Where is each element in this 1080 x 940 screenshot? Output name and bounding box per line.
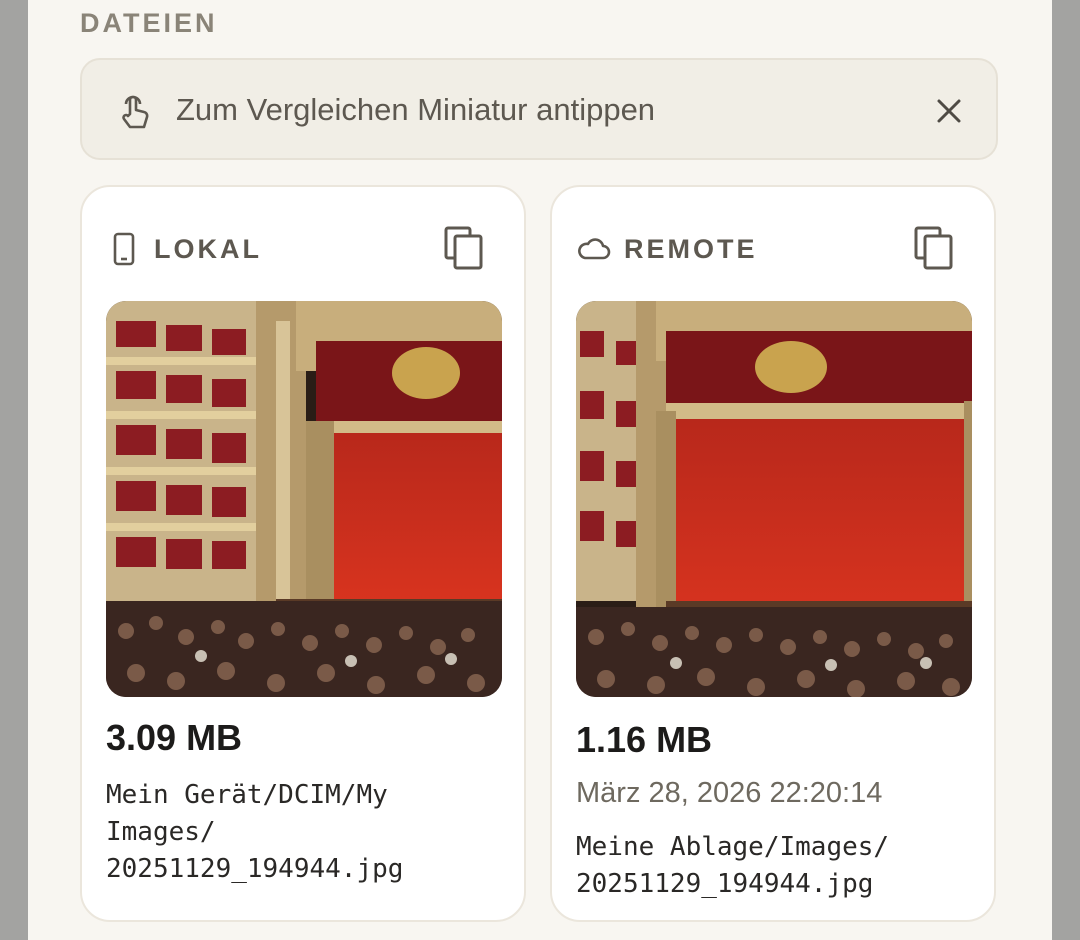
local-file-path: Mein Gerät/DCIM/My Images/ 20251129_1949…	[106, 780, 404, 884]
theater-photo-remote	[576, 301, 972, 697]
touch-icon	[122, 95, 149, 129]
files-sheet: DATEIEN Zum Vergleichen Miniatur antippe…	[28, 0, 1052, 940]
close-icon[interactable]	[934, 96, 964, 126]
remote-label: REMOTE	[624, 234, 758, 264]
remote-file-size: 1.16 MB	[576, 719, 713, 760]
copy-icon[interactable]	[442, 225, 486, 271]
local-thumbnail[interactable]	[106, 301, 502, 697]
cloud-icon	[578, 238, 611, 260]
remote-file-card: REMOTE 1.16 MB März 28, 2026 22:20:14 Me…	[550, 185, 996, 922]
compare-hint-banner: Zum Vergleichen Miniatur antippen	[80, 58, 998, 160]
phone-icon	[113, 232, 135, 266]
local-file-size: 3.09 MB	[106, 717, 243, 758]
remote-thumbnail[interactable]	[576, 301, 972, 697]
remote-file-date: März 28, 2026 22:20:14	[576, 777, 883, 809]
local-label: LOKAL	[154, 234, 262, 264]
remote-file-path: Meine Ablage/Images/ 20251129_194944.jpg	[576, 832, 890, 899]
theater-photo-local	[106, 301, 502, 697]
section-title: DATEIEN	[80, 8, 218, 38]
local-file-card: LOKAL 3.09 MB Mein Gerät/DCIM/My Images/…	[80, 185, 526, 922]
copy-icon[interactable]	[912, 225, 956, 271]
hint-text: Zum Vergleichen Miniatur antippen	[176, 92, 656, 127]
